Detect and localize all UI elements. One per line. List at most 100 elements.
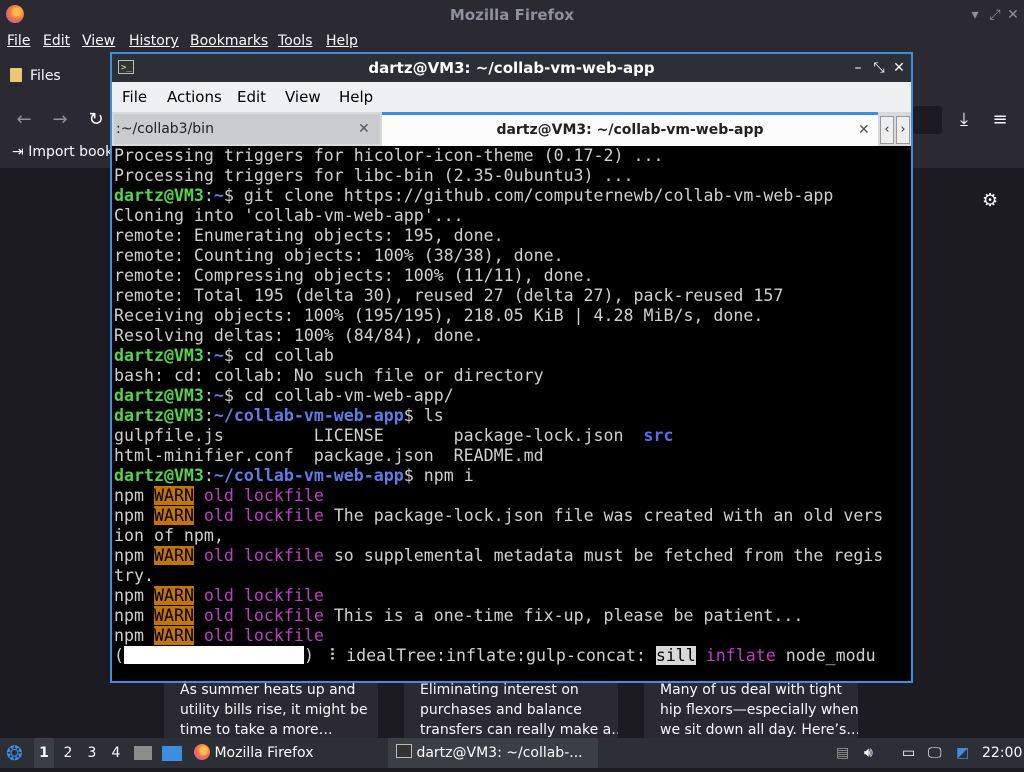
- menu-tools[interactable]: Tools: [278, 30, 313, 52]
- output-text: try.: [114, 566, 154, 585]
- warn-lockfile: lockfile: [233, 546, 324, 565]
- workspace-3[interactable]: 3: [82, 738, 102, 768]
- menu-history[interactable]: History: [129, 30, 179, 52]
- clock[interactable]: 22:00: [982, 738, 1022, 768]
- warn-lockfile: lockfile: [233, 606, 324, 625]
- prompt-path: ~: [213, 346, 224, 365]
- close-icon[interactable]: ✕: [1004, 6, 1022, 24]
- prompt-path: ~/collab-vm-web-app: [213, 406, 404, 425]
- back-icon[interactable]: ←: [14, 110, 34, 130]
- minimize-icon[interactable]: ▾: [966, 6, 984, 24]
- firefox-titlebar: Mozilla Firefox: [0, 0, 1024, 30]
- output-text: bash: cd: collab: No such file or direct…: [114, 366, 544, 385]
- menu-help[interactable]: Help: [326, 30, 358, 52]
- terminal-titlebar[interactable]: dartz@VM3: ~/collab-vm-web-app: [112, 54, 911, 82]
- workspace-4[interactable]: 4: [106, 738, 126, 768]
- forward-icon[interactable]: →: [50, 110, 70, 130]
- tab-collab-vm-web-app[interactable]: dartz@VM3: ~/collab-vm-web-app ✕: [382, 112, 878, 147]
- import-icon: ⇥: [12, 144, 24, 160]
- terminal-tabbar: :~/collab3/bin ✕ dartz@VM3: ~/collab-vm-…: [112, 112, 911, 147]
- firefox-logo-icon: [6, 5, 24, 23]
- terminal-line: ion of npm,: [114, 526, 909, 546]
- output-text: remote: Compressing objects: 100% (11/11…: [114, 266, 594, 285]
- menu-help[interactable]: Help: [339, 82, 373, 112]
- output-text: remote: Enumerating objects: 195, done.: [114, 226, 504, 245]
- notes-icon[interactable]: ▭: [902, 738, 918, 768]
- close-icon[interactable]: ✕: [891, 58, 907, 78]
- minimize-icon[interactable]: –: [850, 58, 866, 78]
- story-card[interactable]: As summer heats up and utility bills ris…: [164, 680, 378, 738]
- warn-old: old: [193, 586, 234, 605]
- output-text: html-minifier.conf package.json README.m…: [114, 446, 544, 465]
- menu-actions[interactable]: Actions: [167, 82, 222, 112]
- menu-view[interactable]: View: [285, 82, 321, 112]
- terminal-window[interactable]: dartz@VM3: ~/collab-vm-web-app >_ – ⤡ ✕ …: [110, 52, 913, 683]
- menu-bookmarks[interactable]: Bookmarks: [190, 30, 268, 52]
- warn-old: old: [193, 546, 234, 565]
- terminal-line: bash: cd: collab: No such file or direct…: [114, 366, 909, 386]
- url-bar[interactable]: [912, 106, 942, 134]
- gear-icon[interactable]: ⚙: [982, 190, 998, 211]
- volume-icon[interactable]: 🔊︎: [864, 738, 882, 768]
- clipboard-icon[interactable]: ▤: [836, 738, 852, 768]
- output-text: remote: Counting objects: 100% (38/38), …: [114, 246, 564, 265]
- warn-message: This is a one-time fix-up, please be pat…: [323, 606, 804, 625]
- firefox-title: Mozilla Firefox: [449, 6, 575, 24]
- progress-detail: node_modu: [775, 646, 876, 665]
- maximize-icon[interactable]: ⤢: [986, 6, 1004, 24]
- import-bookmarks-button[interactable]: ⇥ Import book: [12, 144, 113, 160]
- close-tab-icon[interactable]: ✕: [858, 115, 870, 145]
- progress-open: (: [114, 646, 124, 665]
- menu-view[interactable]: View: [82, 30, 115, 52]
- terminal-line: npm WARN old lockfile: [114, 626, 909, 646]
- tab-scroll-left-icon[interactable]: ‹: [880, 116, 894, 144]
- terminal-line: remote: Total 195 (delta 30), reused 27 …: [114, 286, 909, 306]
- download-icon[interactable]: ⤓: [954, 110, 974, 130]
- taskbar-app-terminal[interactable]: dartz@VM3: ~/collab-...: [388, 738, 598, 768]
- prompt-user: dartz@VM3: [114, 386, 204, 405]
- close-tab-icon[interactable]: ✕: [358, 114, 370, 144]
- workspace-1[interactable]: 1: [34, 738, 54, 768]
- tab-collab3-bin[interactable]: :~/collab3/bin ✕: [114, 114, 380, 144]
- output-text: Resolving deltas: 100% (84/84), done.: [114, 326, 484, 345]
- menu-edit[interactable]: Edit: [237, 82, 266, 112]
- terminal-icon: >_: [118, 60, 134, 74]
- desktop-icon[interactable]: [162, 738, 184, 768]
- prompt-separator: :: [203, 466, 214, 485]
- file-manager-icon[interactable]: [134, 738, 154, 768]
- menu-file[interactable]: File: [7, 30, 30, 52]
- prompt-user: dartz@VM3: [114, 406, 204, 425]
- workspace-2[interactable]: 2: [58, 738, 78, 768]
- tab-files[interactable]: Files: [10, 68, 61, 84]
- start-menu-icon[interactable]: ❂: [6, 738, 28, 768]
- terminal-output[interactable]: Processing triggers for hicolor-icon-the…: [114, 146, 909, 681]
- terminal-line: Resolving deltas: 100% (84/84), done.: [114, 326, 909, 346]
- story-card[interactable]: Eliminating interest on purchases and ba…: [404, 680, 618, 738]
- update-icon[interactable]: ◩: [956, 738, 972, 768]
- tab-scroll-right-icon[interactable]: ›: [896, 116, 910, 144]
- warn-badge: WARN: [153, 606, 194, 625]
- menu-file[interactable]: File: [122, 82, 147, 112]
- command-text: $ cd collab-vm-web-app/: [223, 386, 454, 405]
- taskbar-app-firefox[interactable]: Mozilla Firefox: [194, 738, 384, 768]
- app-menu-icon[interactable]: ≡: [990, 110, 1010, 130]
- output-text: Cloning into 'collab-vm-web-app'...: [114, 206, 464, 225]
- command-text: $ npm i: [403, 466, 474, 485]
- prompt-user: dartz@VM3: [114, 186, 204, 205]
- warn-lockfile: lockfile: [233, 506, 324, 525]
- npm-label: npm: [114, 586, 154, 605]
- network-icon[interactable]: 🖵︎: [928, 738, 946, 768]
- prompt-separator: :: [203, 346, 214, 365]
- terminal-line: npm WARN old lockfile so supplemental me…: [114, 546, 909, 566]
- terminal-line: () ⠸ idealTree:inflate:gulp-concat: sill…: [114, 646, 909, 666]
- reload-icon[interactable]: ↻: [86, 110, 106, 130]
- terminal-line: remote: Compressing objects: 100% (11/11…: [114, 266, 909, 286]
- menu-edit[interactable]: Edit: [43, 30, 70, 52]
- terminal-icon: [396, 744, 412, 758]
- output-text: ion of npm,: [114, 526, 224, 545]
- story-card[interactable]: Many of us deal with tight hip flexors—e…: [644, 680, 858, 738]
- terminal-line: remote: Enumerating objects: 195, done.: [114, 226, 909, 246]
- npm-label: npm: [114, 486, 154, 505]
- restore-icon[interactable]: ⤡: [871, 58, 887, 78]
- warn-badge: WARN: [153, 506, 194, 525]
